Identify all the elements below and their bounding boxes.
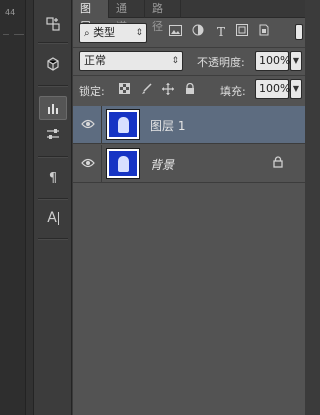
paragraph-icon[interactable]: ¶ — [39, 166, 67, 190]
opacity-label: 不透明度: — [197, 56, 245, 69]
filter-toggle-switch[interactable] — [295, 24, 303, 40]
adjustment-filter-icon[interactable] — [190, 24, 206, 40]
blend-mode-value: 正常 — [84, 54, 106, 67]
search-icon: ⌕ — [84, 28, 90, 39]
type-filter-icon[interactable]: T — [213, 24, 229, 40]
panel-tool-strip: ¶ A — [34, 0, 72, 415]
layer-thumbnail — [106, 109, 140, 140]
layer-thumbnail — [106, 148, 140, 179]
panel-tab-bar: 图层 通道 路径 — [73, 0, 305, 33]
3d-icon[interactable] — [39, 52, 67, 76]
fill-input[interactable]: 100% — [255, 79, 290, 99]
opacity-input[interactable]: 100% — [255, 51, 290, 71]
tab-layers[interactable]: 图层 — [73, 0, 109, 33]
smartobject-filter-icon[interactable] — [256, 24, 272, 40]
layer-row-background[interactable]: 背景 — [73, 145, 305, 183]
left-ruler: 44 — [0, 0, 26, 415]
character-icon[interactable]: A — [39, 206, 67, 230]
filter-kind-label: 类型 — [93, 26, 116, 39]
adjustment-sliders-icon[interactable] — [39, 122, 67, 146]
lock-all-icon[interactable] — [183, 82, 197, 97]
ruler-label: 44 — [5, 8, 16, 17]
history-icon[interactable] — [39, 12, 67, 36]
photoshop-layers-window: 44 ¶ A 图层 通道 路径 — [0, 0, 305, 415]
fill-label: 填充: — [220, 85, 246, 98]
lock-label: 锁定: — [79, 85, 105, 98]
blend-mode-select[interactable]: 正常 ⇕ — [79, 51, 183, 71]
visibility-eye-icon[interactable] — [80, 156, 96, 172]
layer-row-layer1[interactable]: 图层 1 — [73, 106, 305, 144]
select-arrow-icon: ⇕ — [171, 56, 179, 66]
layer-filter-kind-select[interactable]: ⌕ 类型 ⇕ — [79, 23, 147, 43]
panel-gap — [26, 0, 34, 415]
lock-image-pixels-icon[interactable] — [139, 83, 153, 97]
layer-name[interactable]: 图层 1 — [150, 117, 185, 134]
shape-filter-icon[interactable] — [234, 24, 250, 40]
select-arrow-icon: ⇕ — [135, 28, 143, 38]
tab-channels[interactable]: 通道 — [109, 0, 145, 33]
lock-transparent-pixels-icon[interactable] — [117, 83, 131, 97]
layers-panel: 图层 通道 路径 ⌕ 类型 ⇕ T — [73, 0, 305, 415]
layer-name[interactable]: 背景 — [150, 156, 174, 173]
lock-icon — [273, 156, 283, 171]
image-filter-icon[interactable] — [167, 24, 183, 40]
brush-preset-icon[interactable] — [39, 96, 67, 120]
lock-position-icon[interactable] — [161, 83, 175, 97]
layers-list: 图层 1 背景 — [73, 103, 305, 415]
fill-dropdown-arrow[interactable]: ▼ — [290, 79, 302, 99]
opacity-dropdown-arrow[interactable]: ▼ — [290, 51, 302, 71]
visibility-eye-icon[interactable] — [80, 117, 96, 133]
tab-paths[interactable]: 路径 — [145, 0, 181, 33]
